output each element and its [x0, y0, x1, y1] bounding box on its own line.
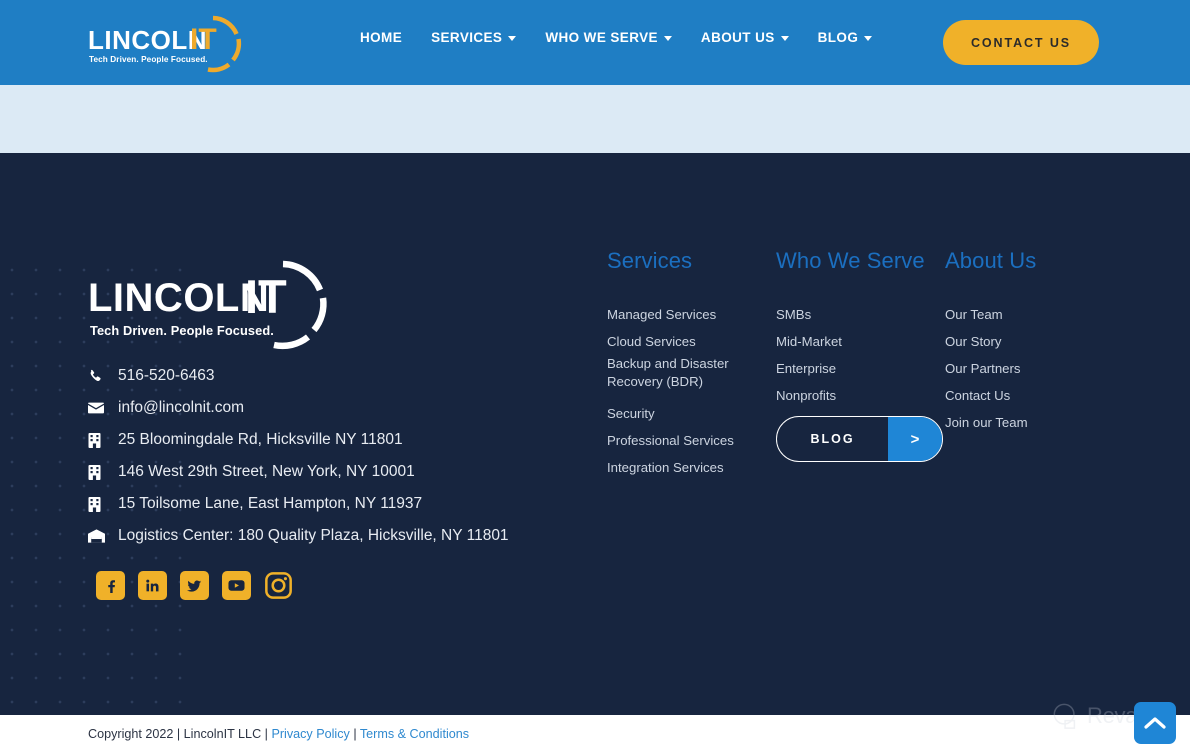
logo-tagline: Tech Driven. People Focused. — [89, 55, 208, 64]
logo-it-mark: IT — [245, 270, 287, 323]
nav-item-about-us[interactable]: ABOUT US — [701, 30, 789, 45]
contact-address-2[interactable]: 146 West 29th Street, New York, NY 10001 — [88, 456, 509, 488]
footer-link-integration-services[interactable]: Integration Services — [607, 454, 757, 481]
contact-logistics-center[interactable]: Logistics Center: 180 Quality Plaza, Hic… — [88, 520, 509, 552]
footer-link-security[interactable]: Security — [607, 400, 757, 427]
envelope-icon — [88, 400, 110, 416]
footer-contact-list: 516-520-6463 info@lincolnit.com 25 Bloom… — [88, 360, 509, 552]
contact-us-button[interactable]: CONTACT US — [943, 20, 1099, 65]
youtube-icon[interactable] — [222, 571, 251, 600]
logo-wordmark: LINCOLN — [88, 276, 270, 320]
footer-link-professional-services[interactable]: Professional Services — [607, 427, 757, 454]
link-separator: | — [349, 727, 360, 741]
footer-column-services: Services Managed Services Cloud Services… — [607, 248, 757, 481]
logo-tagline: Tech Driven. People Focused. — [90, 323, 274, 338]
building-icon — [88, 496, 110, 512]
nav-label: SERVICES — [431, 30, 503, 45]
footer-link-cloud-services[interactable]: Cloud Services — [607, 328, 757, 355]
chevron-down-icon — [508, 36, 517, 41]
footer-link-smbs[interactable]: SMBs — [776, 301, 926, 328]
footer-link-join-our-team[interactable]: Join our Team — [945, 409, 1105, 436]
building-icon — [88, 432, 110, 448]
site-header: LINCOLN IT Tech Driven. People Focused. … — [0, 0, 1190, 85]
column-heading: Who We Serve — [776, 248, 925, 273]
nav-label: WHO WE SERVE — [545, 30, 658, 45]
scroll-to-top-button[interactable] — [1134, 702, 1176, 744]
chevron-down-icon — [780, 36, 789, 41]
nav-item-blog[interactable]: BLOG — [818, 30, 873, 45]
warehouse-icon — [88, 529, 110, 543]
contact-value: 516-520-6463 — [118, 367, 215, 384]
nav-item-who-we-serve[interactable]: WHO WE SERVE — [545, 30, 672, 45]
footer-link-our-partners[interactable]: Our Partners — [945, 355, 1105, 382]
content-spacer-band — [0, 85, 1190, 153]
contact-value: Logistics Center: 180 Quality Plaza, Hic… — [118, 527, 509, 544]
building-icon — [88, 464, 110, 480]
nav-label: ABOUT US — [700, 30, 775, 45]
nav-item-home[interactable]: HOME — [360, 30, 402, 45]
contact-value: 15 Toilsome Lane, East Hampton, NY 11937 — [118, 495, 423, 512]
footer-column-about-us: About Us Our Team Our Story Our Partners… — [945, 248, 1105, 436]
social-links — [96, 571, 293, 600]
column-heading: Services — [607, 248, 693, 273]
footer-link-enterprise[interactable]: Enterprise — [776, 355, 926, 382]
blog-button[interactable]: BLOG > — [776, 416, 943, 462]
privacy-policy-link[interactable]: Privacy Policy — [271, 727, 349, 741]
header-logo[interactable]: LINCOLN IT Tech Driven. People Focused. — [88, 13, 243, 73]
contact-email[interactable]: info@lincolnit.com — [88, 392, 509, 424]
logo-it-mark: IT — [190, 23, 217, 56]
contact-value: 146 West 29th Street, New York, NY 10001 — [118, 463, 415, 480]
main-navigation: HOME SERVICES WHO WE SERVE ABOUT US BLOG — [360, 30, 873, 45]
footer-link-managed-services[interactable]: Managed Services — [607, 301, 757, 328]
footer-link-mid-market[interactable]: Mid-Market — [776, 328, 926, 355]
nav-label: BLOG — [817, 30, 859, 45]
copyright-bar: Copyright 2022 | LincolnIT LLC | Privacy… — [0, 715, 1190, 753]
contact-address-3[interactable]: 15 Toilsome Lane, East Hampton, NY 11937 — [88, 488, 509, 520]
facebook-icon[interactable] — [96, 571, 125, 600]
footer-link-our-team[interactable]: Our Team — [945, 301, 1105, 328]
arrow-right-icon: > — [888, 417, 942, 461]
twitter-icon[interactable] — [180, 571, 209, 600]
chevron-down-icon — [864, 36, 873, 41]
copyright-text: Copyright 2022 | LincolnIT LLC | Privacy… — [88, 727, 469, 741]
revain-logo-icon — [1053, 703, 1076, 729]
footer-link-contact-us[interactable]: Contact Us — [945, 382, 1105, 409]
footer-column-who-we-serve: Who We Serve SMBs Mid-Market Enterprise … — [776, 248, 926, 409]
footer-link-backup-disaster-recovery[interactable]: Backup and Disaster Recovery (BDR) — [607, 355, 739, 391]
phone-icon — [88, 369, 110, 384]
footer-link-our-story[interactable]: Our Story — [945, 328, 1105, 355]
contact-address-1[interactable]: 25 Bloomingdale Rd, Hicksville NY 11801 — [88, 424, 509, 456]
nav-label: HOME — [360, 30, 403, 45]
page-root: LINCOLN IT Tech Driven. People Focused. … — [0, 0, 1190, 753]
contact-value: info@lincolnit.com — [118, 399, 245, 416]
contact-value: 25 Bloomingdale Rd, Hicksville NY 11801 — [118, 431, 403, 448]
site-footer: LINCOLN IT Tech Driven. People Focused. … — [0, 153, 1190, 715]
chevron-up-icon — [1144, 717, 1166, 729]
footer-link-nonprofits[interactable]: Nonprofits — [776, 382, 926, 409]
column-heading: About Us — [945, 248, 1037, 273]
terms-conditions-link[interactable]: Terms & Conditions — [360, 727, 469, 741]
linkedin-icon[interactable] — [138, 571, 167, 600]
footer-logo[interactable]: LINCOLN IT Tech Driven. People Focused. — [88, 260, 328, 350]
copyright-label: Copyright 2022 | LincolnIT LLC | — [88, 727, 272, 741]
nav-item-services[interactable]: SERVICES — [431, 30, 517, 45]
blog-button-label: BLOG — [810, 432, 855, 446]
contact-phone[interactable]: 516-520-6463 — [88, 360, 509, 392]
chevron-down-icon — [663, 36, 672, 41]
instagram-icon[interactable] — [264, 571, 293, 600]
